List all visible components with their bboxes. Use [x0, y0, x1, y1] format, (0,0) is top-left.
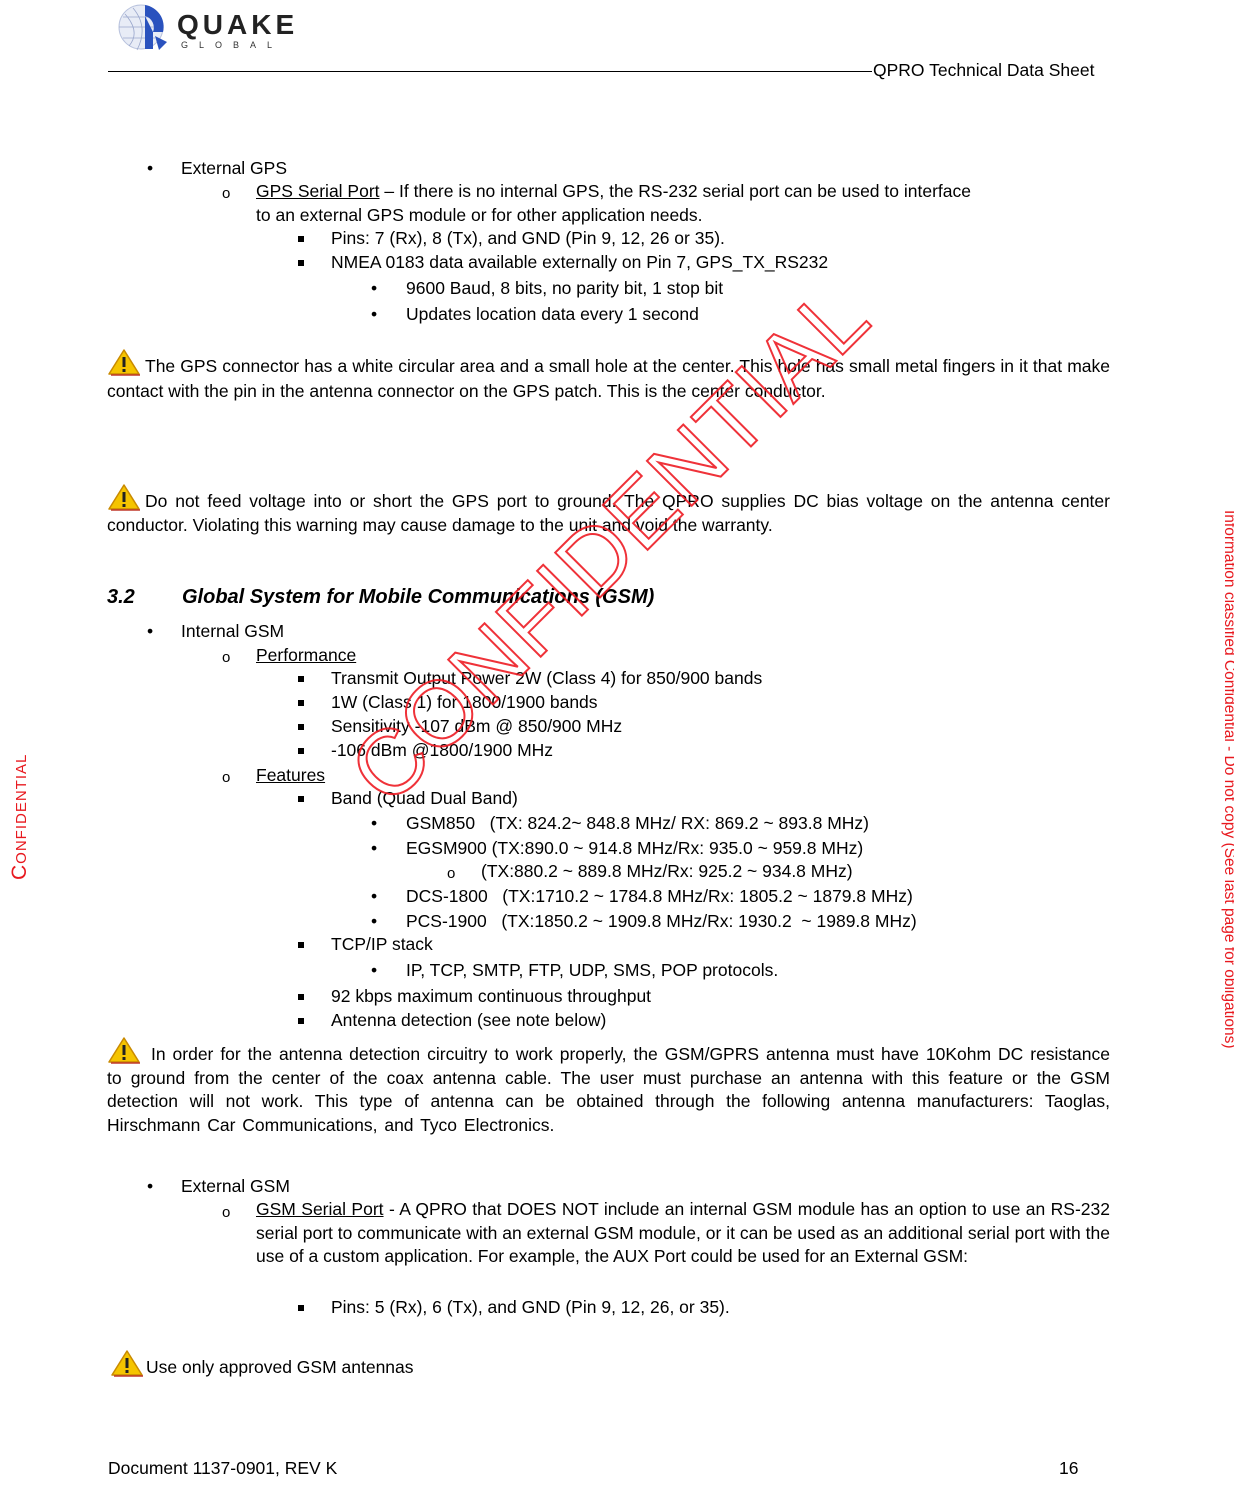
nmea-detail: 9600 Baud, 8 bits, no parity bit, 1 stop… — [406, 278, 724, 298]
bullet-icon — [371, 838, 377, 858]
square-bullet-icon — [298, 236, 304, 242]
bullet-icon — [371, 911, 377, 931]
confidential-side-watermark: Confidential — [8, 753, 31, 880]
quake-global-logo: QUAKE GLOBAL — [115, 2, 330, 52]
gps-serial-port-desc: – If there is no internal GPS, the RS-23… — [379, 181, 971, 201]
band-item: EGSM900 (TX:890.0 ~ 914.8 MHz/Rx: 935.0 … — [406, 838, 864, 858]
warning-triangle-icon — [107, 348, 141, 376]
page-number: 16 — [1059, 1458, 1079, 1478]
gps-nmea: NMEA 0183 data available externally on P… — [331, 252, 829, 272]
band-sub-item: (TX:880.2 ~ 889.8 MHz/Rx: 925.2 ~ 934.8 … — [481, 861, 853, 881]
circle-bullet-icon — [447, 862, 455, 884]
tcpip-heading: TCP/IP stack — [331, 934, 433, 954]
bullet-icon — [371, 304, 377, 324]
gps-pins: Pins: 7 (Rx), 8 (Tx), and GND (Pin 9, 12… — [331, 228, 725, 248]
bullet-icon — [371, 960, 377, 980]
square-bullet-icon — [298, 724, 304, 730]
band-item: DCS-1800 (TX:1710.2 ~ 1784.8 MHz/Rx: 180… — [406, 886, 913, 906]
header-divider — [108, 71, 872, 72]
warning-triangle-icon — [107, 483, 141, 511]
bullet-icon — [147, 1176, 153, 1196]
gsm-pins: Pins: 5 (Rx), 6 (Tx), and GND (Pin 9, 12… — [331, 1297, 730, 1317]
globe-logo-icon: QUAKE GLOBAL — [118, 4, 298, 51]
warning-antenna-detection: In order for the antenna detection circu… — [107, 1036, 1110, 1137]
circle-bullet-icon — [222, 1201, 230, 1223]
warning-triangle-icon — [110, 1349, 144, 1377]
square-bullet-icon — [298, 260, 304, 266]
bullet-icon — [147, 158, 153, 178]
internal-gsm-heading: Internal GSM — [181, 621, 285, 641]
gps-serial-port-desc-cont: to an external GPS module or for other a… — [256, 205, 703, 225]
gsm-serial-port-item: GSM Serial Port - A QPRO that DOES NOT i… — [256, 1198, 1110, 1269]
tcpip-protocols: IP, TCP, SMTP, FTP, UDP, SMS, POP protoc… — [406, 960, 779, 980]
square-bullet-icon — [298, 942, 304, 948]
gsm-serial-port-desc: - A QPRO that DOES NOT include an intern… — [256, 1199, 1110, 1266]
gsm-serial-port-label: GSM Serial Port — [256, 1199, 384, 1219]
bullet-icon — [371, 886, 377, 906]
gps-serial-port-label: GPS Serial Port — [256, 181, 380, 201]
bullet-icon — [371, 813, 377, 833]
gps-serial-port-item: GPS Serial Port – If there is no interna… — [256, 181, 971, 201]
antenna-detection-item: Antenna detection (see note below) — [331, 1010, 607, 1030]
warning-triangle-icon — [107, 1036, 141, 1064]
square-bullet-icon — [298, 748, 304, 754]
warning-gps-connector: The GPS connector has a white circular a… — [107, 348, 1110, 404]
warning-approved-antennas: Use only approved GSM antennas — [110, 1349, 414, 1381]
section-number: 3.2 — [107, 586, 135, 608]
logo-subtext: GLOBAL — [181, 40, 283, 50]
circle-bullet-icon — [222, 182, 230, 204]
nmea-detail: Updates location data every 1 second — [406, 304, 699, 324]
circle-bullet-icon — [222, 646, 230, 668]
square-bullet-icon — [298, 676, 304, 682]
footer-document-id: Document 1137-0901, REV K — [108, 1458, 338, 1478]
square-bullet-icon — [298, 700, 304, 706]
square-bullet-icon — [298, 994, 304, 1000]
circle-bullet-icon — [222, 766, 230, 788]
square-bullet-icon — [298, 1018, 304, 1024]
logo-wordmark: QUAKE — [177, 9, 298, 40]
document-title: QPRO Technical Data Sheet — [873, 60, 1095, 80]
features-heading: Features — [256, 765, 326, 785]
performance-heading: Performance — [256, 645, 357, 665]
square-bullet-icon — [298, 1305, 304, 1311]
throughput-item: 92 kbps maximum continuous throughput — [331, 986, 652, 1006]
square-bullet-icon — [298, 796, 304, 802]
confidentiality-notice: Information classified Confidential - Do… — [1221, 510, 1234, 1049]
external-gps-heading: External GPS — [181, 158, 288, 178]
bullet-icon — [147, 621, 153, 641]
band-item: PCS-1900 (TX:1850.2 ~ 1909.8 MHz/Rx: 193… — [406, 911, 917, 931]
band-item: GSM850 (TX: 824.2~ 848.8 MHz/ RX: 869.2 … — [406, 813, 869, 833]
bullet-icon — [371, 278, 377, 298]
external-gsm-heading: External GSM — [181, 1176, 290, 1196]
